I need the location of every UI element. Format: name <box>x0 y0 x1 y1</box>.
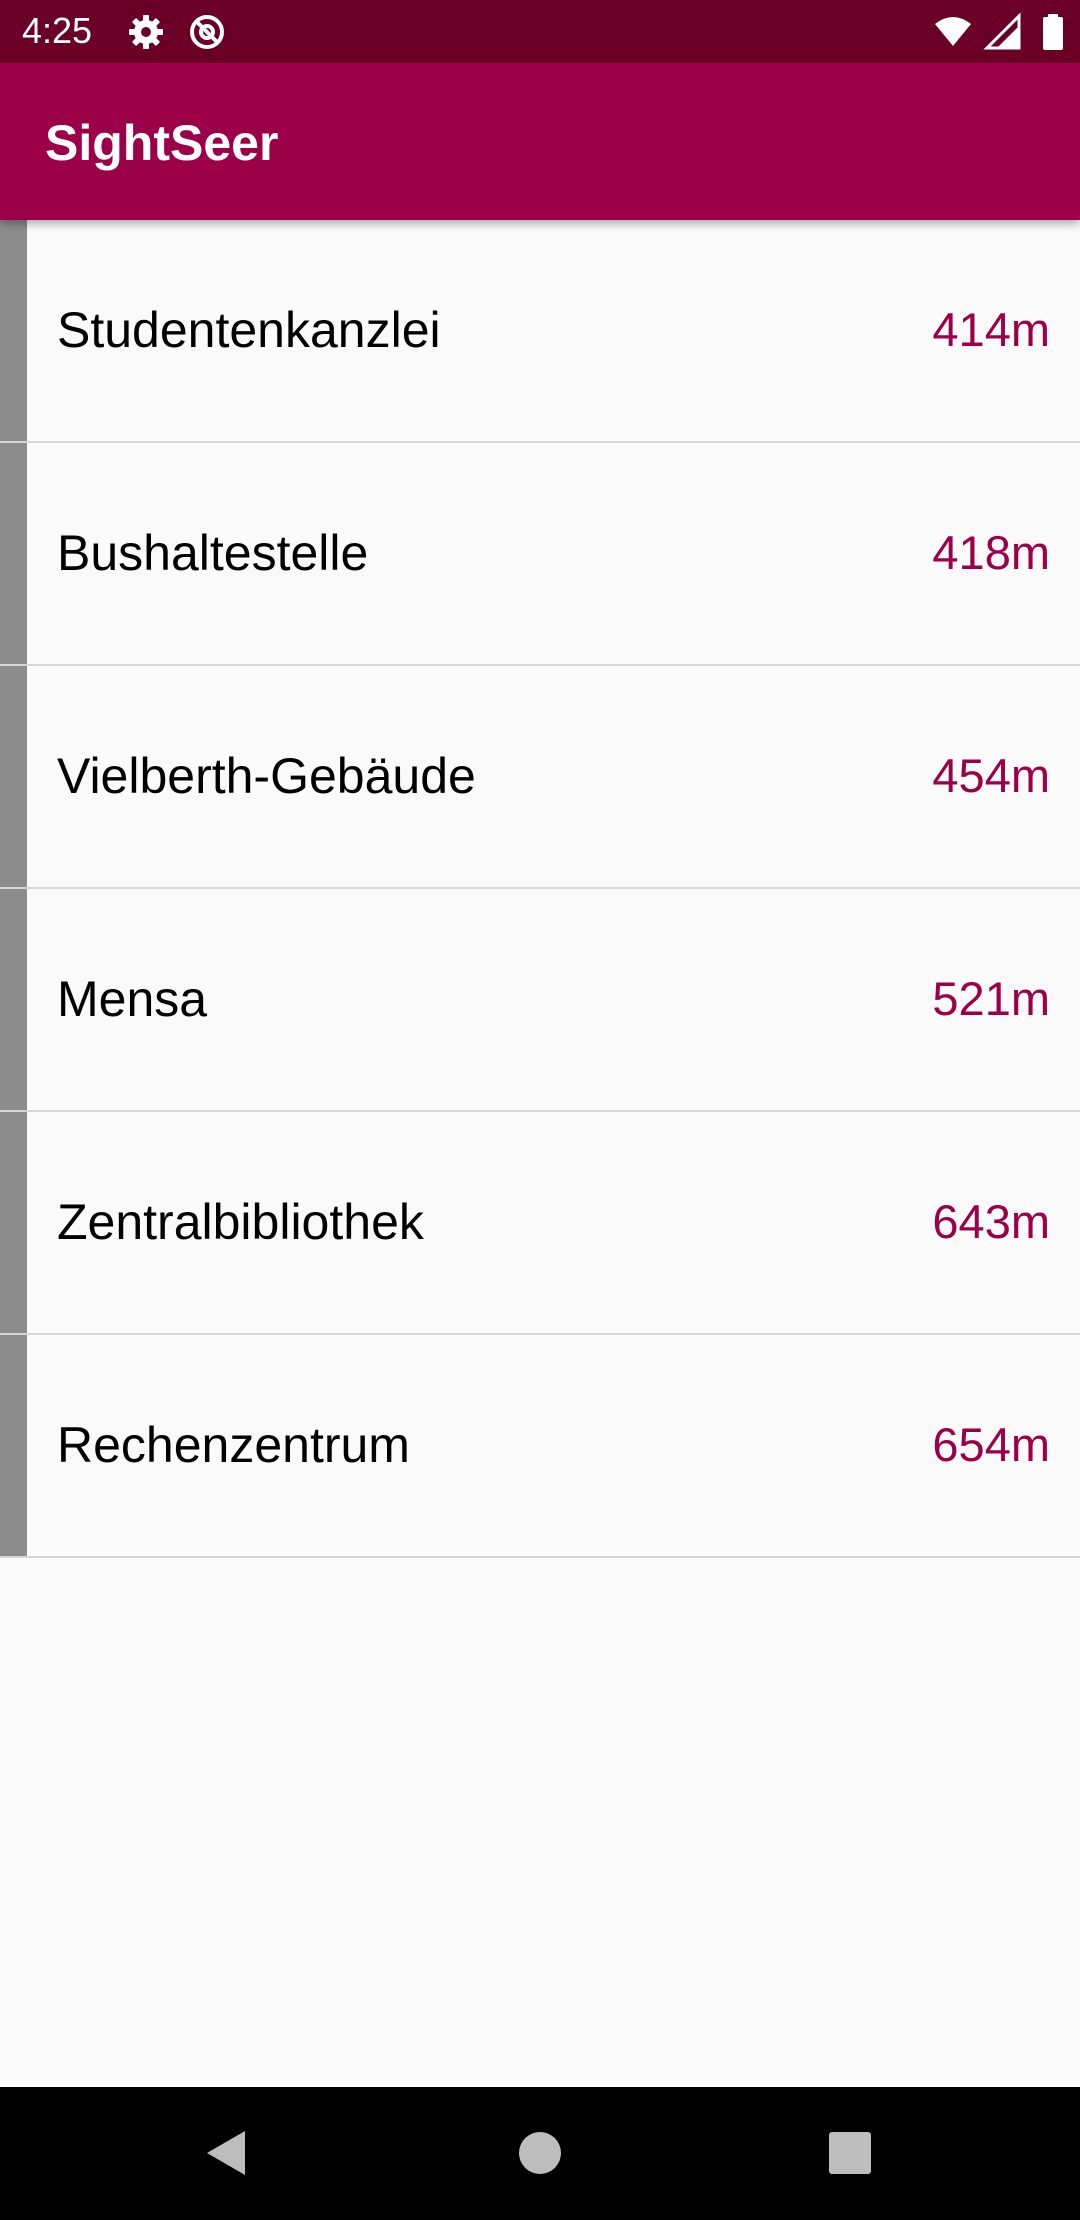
signal-icon <box>983 12 1021 50</box>
wifi-icon <box>935 17 971 46</box>
item-name: Bushaltestelle <box>57 525 369 581</box>
status-bar: 4:25 <box>0 0 1080 63</box>
item-distance: 643m <box>932 1195 1050 1248</box>
item-name: Vielberth-Gebäude <box>57 748 476 804</box>
item-distance: 414m <box>932 303 1050 356</box>
item-name: Mensa <box>57 971 208 1027</box>
item-distance: 418m <box>932 526 1050 579</box>
item-name: Zentralbibliothek <box>57 1194 424 1250</box>
navigation-bar <box>0 2087 1080 2220</box>
recents-icon[interactable] <box>814 2117 886 2189</box>
item-indicator-bar <box>0 443 27 664</box>
home-icon[interactable] <box>504 2117 576 2189</box>
list-item[interactable]: Bushaltestelle 418m <box>0 443 1080 666</box>
item-indicator-bar <box>0 666 27 887</box>
item-indicator-bar <box>0 889 27 1110</box>
item-indicator-bar <box>0 1112 27 1333</box>
battery-icon <box>1043 14 1063 50</box>
gear-icon <box>129 15 163 49</box>
list-item[interactable]: Zentralbibliothek 643m <box>0 1112 1080 1335</box>
list-item[interactable]: Vielberth-Gebäude 454m <box>0 666 1080 889</box>
item-distance: 521m <box>932 972 1050 1025</box>
item-name: Rechenzentrum <box>57 1417 410 1473</box>
item-distance: 654m <box>932 1418 1050 1471</box>
at-icon <box>190 15 224 49</box>
app-title: SightSeer <box>45 115 279 171</box>
list-item[interactable]: Mensa 521m <box>0 889 1080 1112</box>
list-item[interactable]: Studentenkanzlei 414m <box>0 220 1080 443</box>
item-distance: 454m <box>932 749 1050 802</box>
status-time: 4:25 <box>22 10 93 51</box>
list-item[interactable]: Rechenzentrum 654m <box>0 1335 1080 1558</box>
app-bar: SightSeer <box>0 63 1080 220</box>
sight-list: Studentenkanzlei 414m Bushaltestelle 418… <box>0 220 1080 1558</box>
item-indicator-bar <box>0 1335 27 1556</box>
item-indicator-bar <box>0 220 27 441</box>
back-icon[interactable] <box>193 2117 265 2189</box>
item-name: Studentenkanzlei <box>57 302 441 358</box>
